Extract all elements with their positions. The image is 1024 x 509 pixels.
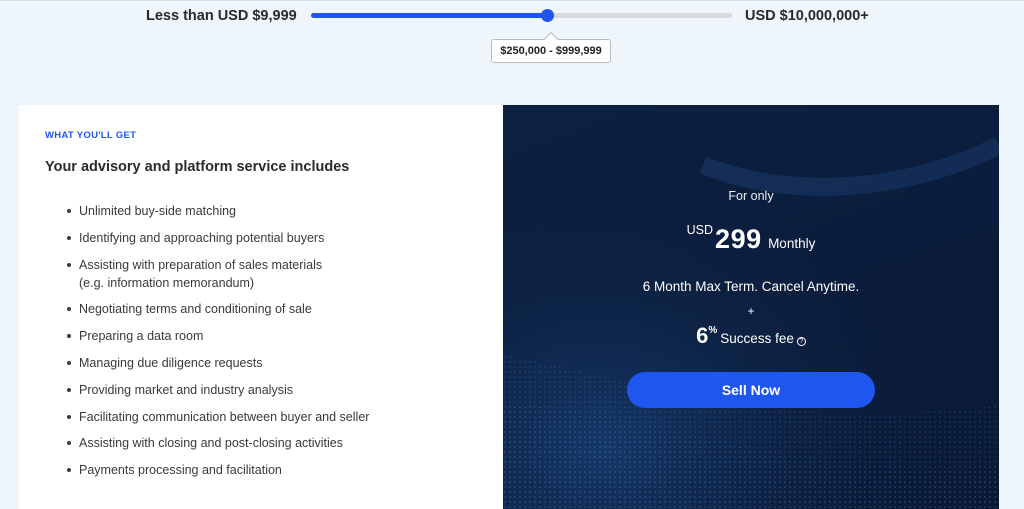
- feature-item: Providing market and industry analysis: [67, 381, 487, 399]
- feature-item-text: Assisting with preparation of sales mate…: [79, 257, 323, 272]
- feature-item: Preparing a data room: [67, 327, 487, 345]
- price: USD299 Monthly: [503, 223, 999, 255]
- feature-list: Unlimited buy-side matching Identifying …: [67, 202, 487, 488]
- price-currency: USD: [686, 223, 714, 237]
- feature-item: Assisting with closing and post-closing …: [67, 434, 487, 452]
- slider-track[interactable]: [311, 9, 732, 22]
- features-card: WHAT YOU'LL GET Your advisory and platfo…: [19, 105, 503, 509]
- help-icon[interactable]: ?: [796, 337, 806, 346]
- feature-item: Assisting with preparation of sales mate…: [67, 256, 487, 292]
- slider-min-label: Less than USD $9,999: [146, 8, 297, 24]
- price-period: Monthly: [768, 236, 816, 251]
- slider-max-label: USD $10,000,000+: [745, 8, 869, 24]
- features-title: Your advisory and platform service inclu…: [45, 159, 350, 175]
- revenue-range-slider: Less than USD $9,999 USD $10,000,000+ $2…: [0, 0, 1024, 70]
- slider-value-tooltip: $250,000 - $999,999: [491, 39, 611, 63]
- feature-item: Managing due diligence requests: [67, 354, 487, 372]
- success-fee: 6%Success fee?: [503, 323, 999, 349]
- pricing-card: For only USD299 Monthly 6 Month Max Term…: [503, 105, 999, 509]
- feature-item: Negotiating terms and conditioning of sa…: [67, 300, 487, 318]
- feature-item: Facilitating communication between buyer…: [67, 408, 487, 426]
- fee-label: Success fee: [720, 331, 794, 346]
- fee-unit: %: [708, 325, 718, 336]
- term-text: 6 Month Max Term. Cancel Anytime.: [642, 279, 860, 294]
- feature-item-note: (e.g. information memorandum): [79, 275, 255, 290]
- for-only-label: For only: [728, 189, 774, 203]
- feature-item: Unlimited buy-side matching: [67, 202, 487, 220]
- plus-sign: +: [747, 304, 755, 318]
- slider-thumb[interactable]: [540, 9, 554, 22]
- feature-item: Payments processing and facilitation: [67, 461, 487, 479]
- feature-item-text: Identifying and approaching potential bu…: [79, 230, 325, 245]
- features-eyebrow: WHAT YOU'LL GET: [45, 130, 137, 141]
- sell-now-button[interactable]: Sell Now: [627, 372, 875, 408]
- feature-item: Identifying and approaching potential bu…: [67, 229, 487, 247]
- price-amount: 299: [715, 224, 762, 254]
- slider-fill: [311, 13, 547, 18]
- fee-value: 6: [696, 323, 709, 348]
